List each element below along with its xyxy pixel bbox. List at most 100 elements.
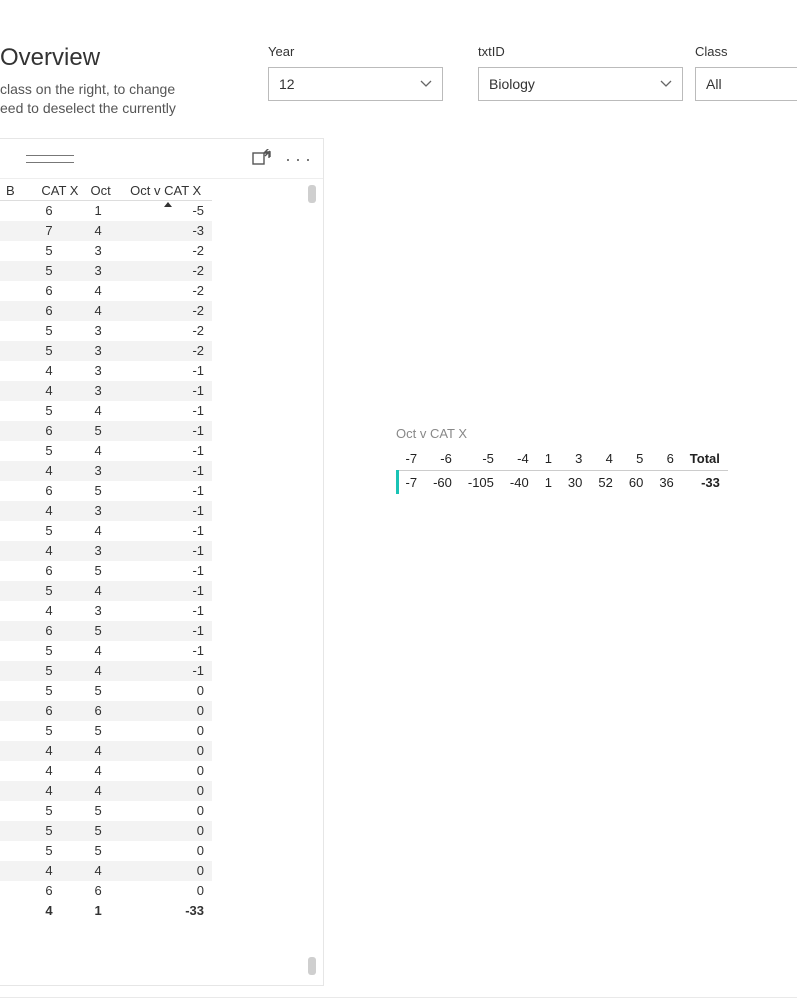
table-row[interactable]: 550: [0, 841, 212, 861]
pivot-header[interactable]: 5: [621, 447, 651, 471]
table-row[interactable]: 54-1: [0, 661, 212, 681]
scroll-down-icon[interactable]: [308, 957, 316, 975]
pivot-header[interactable]: 4: [590, 447, 620, 471]
table-row[interactable]: 550: [0, 821, 212, 841]
table-row[interactable]: 54-1: [0, 401, 212, 421]
table-row[interactable]: 65-1: [0, 561, 212, 581]
col-header-b[interactable]: B: [0, 179, 35, 201]
focus-mode-icon[interactable]: [251, 149, 271, 169]
table-row[interactable]: 43-1: [0, 361, 212, 381]
cell-delta: -1: [124, 401, 212, 421]
table-row[interactable]: 61-5: [0, 201, 212, 221]
cell-oct: 3: [84, 241, 124, 261]
col-header-catx[interactable]: CAT X: [35, 179, 84, 201]
scroll-up-icon[interactable]: [308, 185, 316, 203]
cell-catx: 4: [35, 541, 84, 561]
pivot-header[interactable]: Total: [682, 447, 728, 471]
cell-b: [0, 341, 35, 361]
page-subtitle-line2: eed to deselect the currently: [0, 100, 176, 116]
table-row[interactable]: 440: [0, 781, 212, 801]
table-row[interactable]: 53-2: [0, 341, 212, 361]
table-row[interactable]: 440: [0, 861, 212, 881]
table-row[interactable]: 54-1: [0, 521, 212, 541]
table-row[interactable]: 54-1: [0, 641, 212, 661]
cell-b: [0, 621, 35, 641]
pivot-header[interactable]: -6: [425, 447, 460, 471]
more-options-icon[interactable]: ···: [285, 150, 315, 168]
pivot-value: 1: [537, 471, 560, 495]
cell-b: [0, 361, 35, 381]
table-row[interactable]: 550: [0, 801, 212, 821]
table-row[interactable]: 550: [0, 721, 212, 741]
pivot-table[interactable]: -7-6-5-413456Total -7-60-105-40130526036…: [396, 447, 728, 494]
cell-delta: -33: [124, 901, 212, 921]
cell-catx: 6: [35, 701, 84, 721]
cell-catx: 4: [35, 601, 84, 621]
table-row[interactable]: 64-2: [0, 281, 212, 301]
cell-delta: -1: [124, 581, 212, 601]
table-scroll-area[interactable]: B CAT X Oct Oct v CAT X 61-574-353-253-2…: [0, 179, 323, 985]
table-row[interactable]: 65-1: [0, 621, 212, 641]
table-row[interactable]: 43-1: [0, 601, 212, 621]
col-header-oct[interactable]: Oct: [84, 179, 124, 201]
pivot-value: -60: [425, 471, 460, 495]
cell-catx: 5: [35, 821, 84, 841]
main-table[interactable]: B CAT X Oct Oct v CAT X 61-574-353-253-2…: [0, 179, 212, 921]
pivot-header[interactable]: 3: [560, 447, 590, 471]
pivot-visual[interactable]: Oct v CAT X -7-6-5-413456Total -7-60-105…: [396, 426, 756, 494]
table-row[interactable]: 53-2: [0, 261, 212, 281]
table-row[interactable]: 43-1: [0, 381, 212, 401]
cell-b: [0, 601, 35, 621]
table-row[interactable]: 54-1: [0, 441, 212, 461]
cell-delta: -1: [124, 521, 212, 541]
pivot-value: 60: [621, 471, 651, 495]
pivot-value: 36: [651, 471, 681, 495]
cell-catx: 5: [35, 581, 84, 601]
table-row[interactable]: 53-2: [0, 321, 212, 341]
table-row[interactable]: 440: [0, 761, 212, 781]
table-row[interactable]: 64-2: [0, 301, 212, 321]
cell-delta: -1: [124, 641, 212, 661]
table-total-row[interactable]: 41-33: [0, 901, 212, 921]
table-row[interactable]: 660: [0, 881, 212, 901]
slicer-txtid-dropdown[interactable]: Biology: [478, 67, 683, 101]
table-row[interactable]: 660: [0, 701, 212, 721]
col-header-delta[interactable]: Oct v CAT X: [124, 179, 212, 201]
cell-catx: 6: [35, 481, 84, 501]
table-visual-card: ··· B CAT X Oct Oct v CAT X 61-574-353-2…: [0, 138, 324, 986]
cell-b: [0, 241, 35, 261]
cell-b: [0, 301, 35, 321]
table-row[interactable]: 43-1: [0, 541, 212, 561]
table-row[interactable]: 65-1: [0, 421, 212, 441]
pivot-header[interactable]: -7: [398, 447, 426, 471]
cell-delta: -1: [124, 501, 212, 521]
pivot-header[interactable]: -4: [502, 447, 537, 471]
slicer-year-dropdown[interactable]: 12: [268, 67, 443, 101]
pivot-header[interactable]: 1: [537, 447, 560, 471]
page-subtitle: class on the right, to change eed to des…: [0, 80, 230, 118]
table-row[interactable]: 550: [0, 681, 212, 701]
cell-delta: 0: [124, 821, 212, 841]
pivot-header[interactable]: -5: [460, 447, 502, 471]
cell-delta: -1: [124, 421, 212, 441]
table-row[interactable]: 65-1: [0, 481, 212, 501]
vertical-scrollbar[interactable]: [307, 185, 317, 975]
cell-b: [0, 281, 35, 301]
drag-handle-icon[interactable]: [26, 151, 74, 167]
table-row[interactable]: 43-1: [0, 501, 212, 521]
cell-b: [0, 821, 35, 841]
cell-b: [0, 421, 35, 441]
cell-catx: 5: [35, 841, 84, 861]
table-row[interactable]: 43-1: [0, 461, 212, 481]
slicer-class-dropdown[interactable]: All: [695, 67, 797, 101]
visual-header-tools: ···: [251, 149, 315, 169]
pivot-value: -7: [398, 471, 426, 495]
table-row[interactable]: 54-1: [0, 581, 212, 601]
pivot-header[interactable]: 6: [651, 447, 681, 471]
cell-b: [0, 901, 35, 921]
table-row[interactable]: 440: [0, 741, 212, 761]
table-row[interactable]: 74-3: [0, 221, 212, 241]
cell-b: [0, 381, 35, 401]
table-row[interactable]: 53-2: [0, 241, 212, 261]
slicer-year-label: Year: [268, 44, 443, 59]
